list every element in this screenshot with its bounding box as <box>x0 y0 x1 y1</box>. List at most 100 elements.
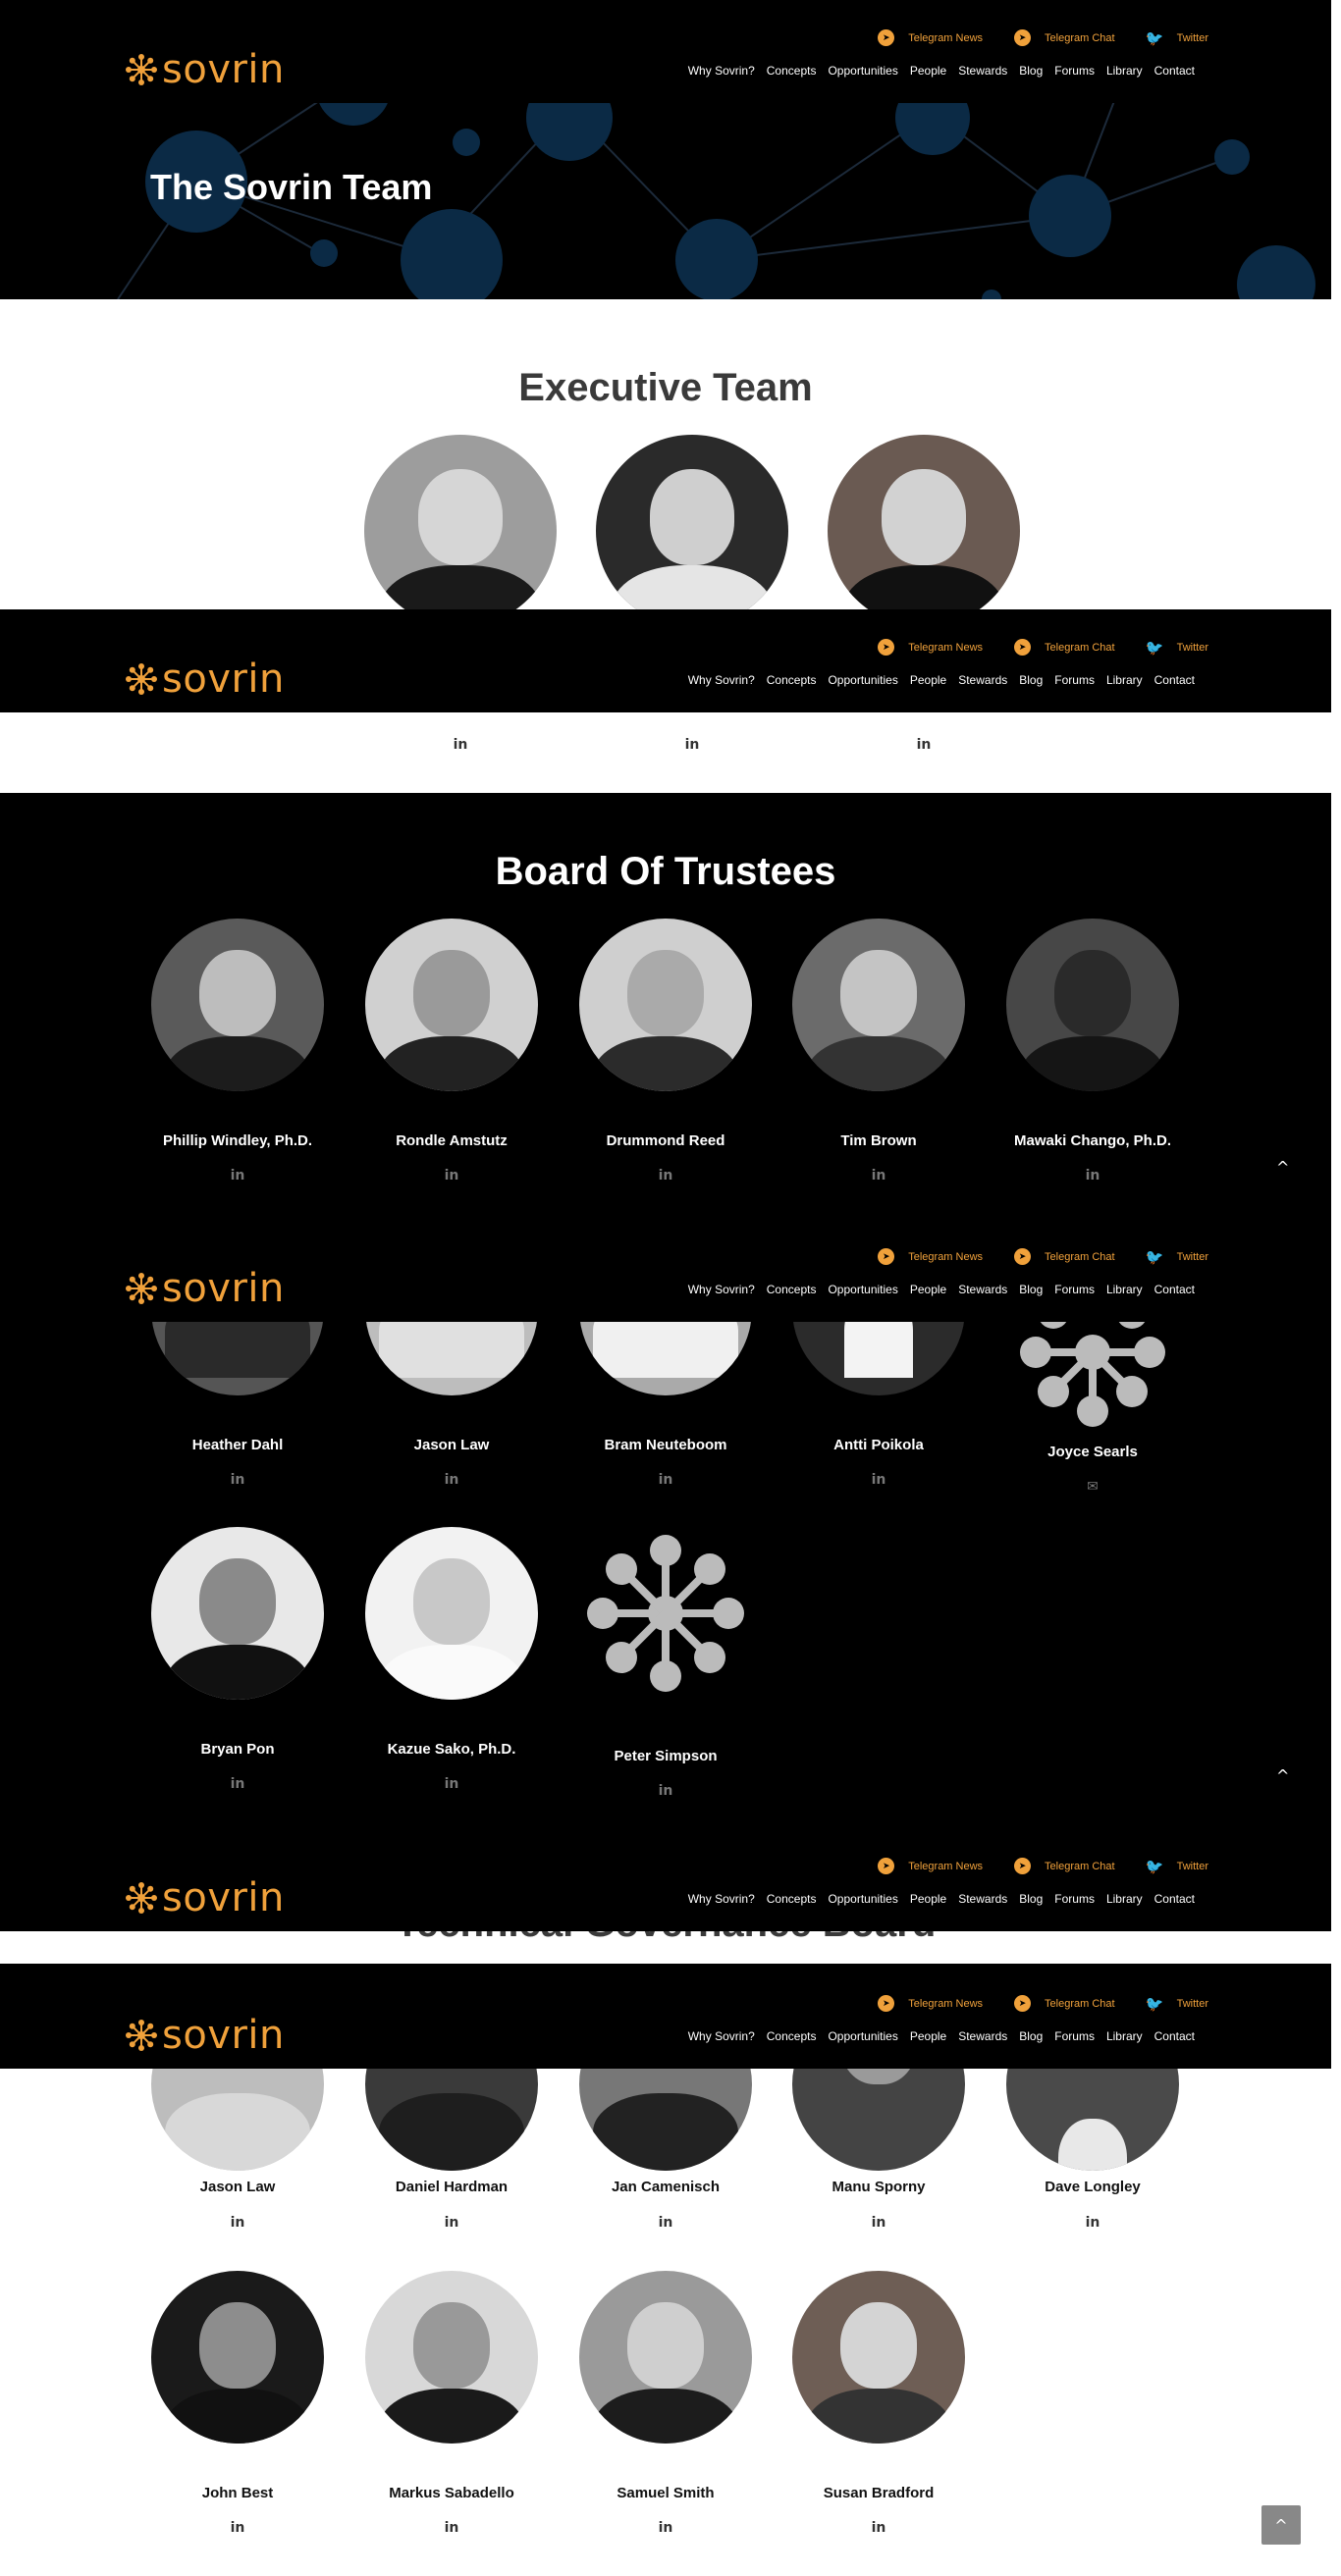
linkedin-icon[interactable]: in <box>771 1168 987 1183</box>
linkedin-icon[interactable]: in <box>344 1472 560 1488</box>
nav-library[interactable]: Library <box>1106 673 1143 687</box>
nav-why-sovrin[interactable]: Why Sovrin? <box>688 2029 755 2043</box>
sovrin-logo[interactable]: sovrin <box>125 2013 285 2058</box>
telegram-chat-link[interactable]: ➤ Telegram Chat <box>1014 1858 1115 1874</box>
nav-why-sovrin[interactable]: Why Sovrin? <box>688 64 755 78</box>
nav-opportunities[interactable]: Opportunities <box>828 2029 897 2043</box>
nav-blog[interactable]: Blog <box>1019 1892 1043 1906</box>
telegram-icon: ➤ <box>1014 29 1032 46</box>
nav-why-sovrin[interactable]: Why Sovrin? <box>688 1892 755 1906</box>
telegram-news-link[interactable]: ➤ Telegram News <box>878 29 983 46</box>
nav-stewards[interactable]: Stewards <box>958 64 1007 78</box>
nav-forums[interactable]: Forums <box>1054 1283 1095 1296</box>
linkedin-icon[interactable]: in <box>344 1776 560 1792</box>
linkedin-icon[interactable]: in <box>558 1472 774 1488</box>
nav-concepts[interactable]: Concepts <box>767 1283 817 1296</box>
nav-stewards[interactable]: Stewards <box>958 673 1007 687</box>
twitter-link[interactable]: 🐦 Twitter <box>1146 1858 1208 1875</box>
team-photo <box>596 435 788 627</box>
nav-why-sovrin[interactable]: Why Sovrin? <box>688 1283 755 1296</box>
nav-opportunities[interactable]: Opportunities <box>828 1283 897 1296</box>
nav-people[interactable]: People <box>910 673 946 687</box>
nav-contact[interactable]: Contact <box>1154 64 1195 78</box>
telegram-news-link[interactable]: ➤ Telegram News <box>878 1248 983 1265</box>
linkedin-icon[interactable]: in <box>130 1472 346 1488</box>
linkedin-icon[interactable]: in <box>771 2215 987 2231</box>
nav-library[interactable]: Library <box>1106 1892 1143 1906</box>
nav-forums[interactable]: Forums <box>1054 64 1095 78</box>
telegram-chat-link[interactable]: ➤ Telegram Chat <box>1014 29 1115 46</box>
telegram-news-link[interactable]: ➤ Telegram News <box>878 1858 983 1874</box>
nav-contact[interactable]: Contact <box>1154 673 1195 687</box>
telegram-chat-link[interactable]: ➤ Telegram Chat <box>1014 1248 1115 1265</box>
linkedin-icon[interactable]: in <box>816 737 1032 753</box>
nav-concepts[interactable]: Concepts <box>767 1892 817 1906</box>
telegram-chat-link[interactable]: ➤ Telegram Chat <box>1014 1995 1115 2012</box>
nav-forums[interactable]: Forums <box>1054 2029 1095 2043</box>
twitter-link[interactable]: 🐦 Twitter <box>1146 639 1208 657</box>
linkedin-icon[interactable]: in <box>130 1776 346 1792</box>
nav-contact[interactable]: Contact <box>1154 1892 1195 1906</box>
scroll-to-top-button[interactable]: ^ <box>1261 2505 1301 2545</box>
linkedin-icon[interactable]: in <box>985 2215 1201 2231</box>
linkedin-icon[interactable]: in <box>584 737 800 753</box>
nav-people[interactable]: People <box>910 64 946 78</box>
linkedin-icon[interactable]: in <box>558 2215 774 2231</box>
chevron-up-icon[interactable]: ^ <box>1276 1766 1289 1785</box>
linkedin-icon[interactable]: in <box>344 2215 560 2231</box>
nav-concepts[interactable]: Concepts <box>767 673 817 687</box>
nav-concepts[interactable]: Concepts <box>767 64 817 78</box>
chevron-up-icon[interactable]: ^ <box>1276 1158 1289 1177</box>
site-header: sovrin ➤ Telegram News ➤ Telegram Chat 🐦… <box>0 1219 1331 1322</box>
nav-concepts[interactable]: Concepts <box>767 2029 817 2043</box>
linkedin-icon[interactable]: in <box>130 2520 346 2536</box>
nav-stewards[interactable]: Stewards <box>958 1283 1007 1296</box>
linkedin-icon[interactable]: in <box>771 2520 987 2536</box>
nav-library[interactable]: Library <box>1106 2029 1143 2043</box>
nav-people[interactable]: People <box>910 1892 946 1906</box>
nav-people[interactable]: People <box>910 1283 946 1296</box>
nav-stewards[interactable]: Stewards <box>958 2029 1007 2043</box>
nav-stewards[interactable]: Stewards <box>958 1892 1007 1906</box>
sovrin-logo[interactable]: sovrin <box>125 1875 285 1920</box>
nav-blog[interactable]: Blog <box>1019 1283 1043 1296</box>
linkedin-icon[interactable]: in <box>130 2215 346 2231</box>
telegram-news-link[interactable]: ➤ Telegram News <box>878 1995 983 2012</box>
nav-opportunities[interactable]: Opportunities <box>828 1892 897 1906</box>
twitter-link[interactable]: 🐦 Twitter <box>1146 1995 1208 2013</box>
social-label: Twitter <box>1176 1997 1208 2010</box>
nav-contact[interactable]: Contact <box>1154 2029 1195 2043</box>
linkedin-icon[interactable]: in <box>558 2520 774 2536</box>
sovrin-logo[interactable]: sovrin <box>125 657 285 702</box>
nav-people[interactable]: People <box>910 2029 946 2043</box>
main-nav: Why Sovrin? Concepts Opportunities Peopl… <box>688 2029 1195 2043</box>
sovrin-logo[interactable]: sovrin <box>125 1266 285 1311</box>
linkedin-icon[interactable]: in <box>344 2520 560 2536</box>
nav-forums[interactable]: Forums <box>1054 1892 1095 1906</box>
twitter-link[interactable]: 🐦 Twitter <box>1146 1248 1208 1266</box>
nav-blog[interactable]: Blog <box>1019 673 1043 687</box>
linkedin-icon[interactable]: in <box>558 1783 774 1799</box>
nav-blog[interactable]: Blog <box>1019 64 1043 78</box>
nav-forums[interactable]: Forums <box>1054 673 1095 687</box>
nav-blog[interactable]: Blog <box>1019 2029 1043 2043</box>
nav-why-sovrin[interactable]: Why Sovrin? <box>688 673 755 687</box>
linkedin-icon[interactable]: in <box>985 1168 1201 1183</box>
nav-library[interactable]: Library <box>1106 64 1143 78</box>
envelope-icon[interactable]: ✉ <box>985 1479 1201 1495</box>
nav-library[interactable]: Library <box>1106 1283 1143 1296</box>
telegram-chat-link[interactable]: ➤ Telegram Chat <box>1014 639 1115 656</box>
sovrin-logo-icon <box>126 54 157 85</box>
telegram-news-link[interactable]: ➤ Telegram News <box>878 639 983 656</box>
nav-contact[interactable]: Contact <box>1154 1283 1195 1296</box>
linkedin-icon[interactable]: in <box>771 1472 987 1488</box>
sovrin-logo[interactable]: sovrin <box>125 47 285 92</box>
twitter-link[interactable]: 🐦 Twitter <box>1146 29 1208 47</box>
nav-opportunities[interactable]: Opportunities <box>828 673 897 687</box>
linkedin-icon[interactable]: in <box>344 1168 560 1183</box>
linkedin-icon[interactable]: in <box>130 1168 346 1183</box>
linkedin-icon[interactable]: in <box>558 1168 774 1183</box>
social-links: ➤ Telegram News ➤ Telegram Chat 🐦 Twitte… <box>878 1858 1208 1875</box>
linkedin-icon[interactable]: in <box>352 737 568 753</box>
nav-opportunities[interactable]: Opportunities <box>828 64 897 78</box>
